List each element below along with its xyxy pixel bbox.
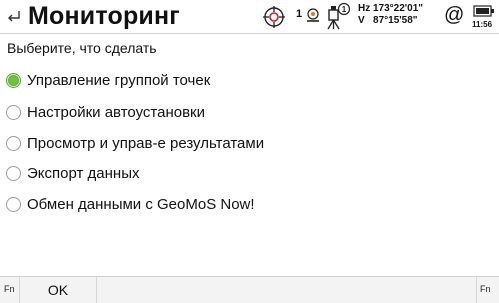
radio-button[interactable]	[6, 165, 21, 181]
prism-icon	[307, 8, 319, 22]
angle-readout: Hz 173°22'01" V 87°15'58"	[358, 3, 423, 27]
prompt-text: Выберите, что сделать	[7, 40, 157, 56]
hz-angle: Hz 173°22'01"	[358, 3, 424, 14]
page-title: Мониторинг	[28, 2, 180, 30]
at-connection-icon[interactable]: @	[444, 4, 464, 26]
option-label: Экспорт данных	[27, 164, 140, 182]
svg-text:1: 1	[342, 5, 347, 14]
radio-button[interactable]	[6, 135, 21, 151]
crosshair-target-icon	[263, 6, 285, 28]
option-auto-setup-settings[interactable]: Настройки автоустановки	[6, 98, 486, 126]
radio-button[interactable]	[6, 104, 21, 120]
option-label: Обмен данными с GeoMoS Now!	[27, 195, 255, 213]
option-view-manage-results[interactable]: Просмотр и управ-е результатами	[6, 129, 486, 157]
option-geomos-now-exchange[interactable]: Обмен данными с GeoMoS Now!	[6, 190, 486, 218]
ok-button[interactable]: OK	[20, 277, 97, 303]
radio-button[interactable]	[6, 196, 21, 212]
radio-button-selected[interactable]	[6, 72, 21, 88]
battery-icon	[473, 5, 494, 17]
option-point-group-management[interactable]: Управление группой точек	[6, 66, 486, 94]
bottom-softkey-bar: Fn OK Fn	[0, 276, 499, 303]
option-label: Просмотр и управ-е результатами	[27, 134, 265, 152]
back-arrow-icon	[8, 11, 20, 22]
prism-status[interactable]	[306, 7, 320, 28]
option-label: Управление группой точек	[27, 71, 211, 89]
total-station-icon: 1	[327, 2, 351, 30]
clock: 11:56	[472, 20, 493, 29]
option-export-data[interactable]: Экспорт данных	[6, 159, 486, 187]
prism-constant: 1	[296, 8, 303, 20]
v-angle: V 87°15'58"	[358, 15, 418, 26]
title-bar: Мониторинг 1 1 Hz 173°22'01" V 87°15'58"…	[0, 0, 499, 34]
fn-key-left[interactable]: Fn	[4, 284, 15, 294]
fn-key-right[interactable]: Fn	[480, 284, 491, 294]
option-label: Настройки автоустановки	[27, 103, 205, 121]
instrument-status[interactable]: 1	[323, 2, 353, 35]
target-status[interactable]	[262, 5, 286, 34]
back-button[interactable]	[2, 3, 26, 29]
divider	[476, 277, 477, 303]
